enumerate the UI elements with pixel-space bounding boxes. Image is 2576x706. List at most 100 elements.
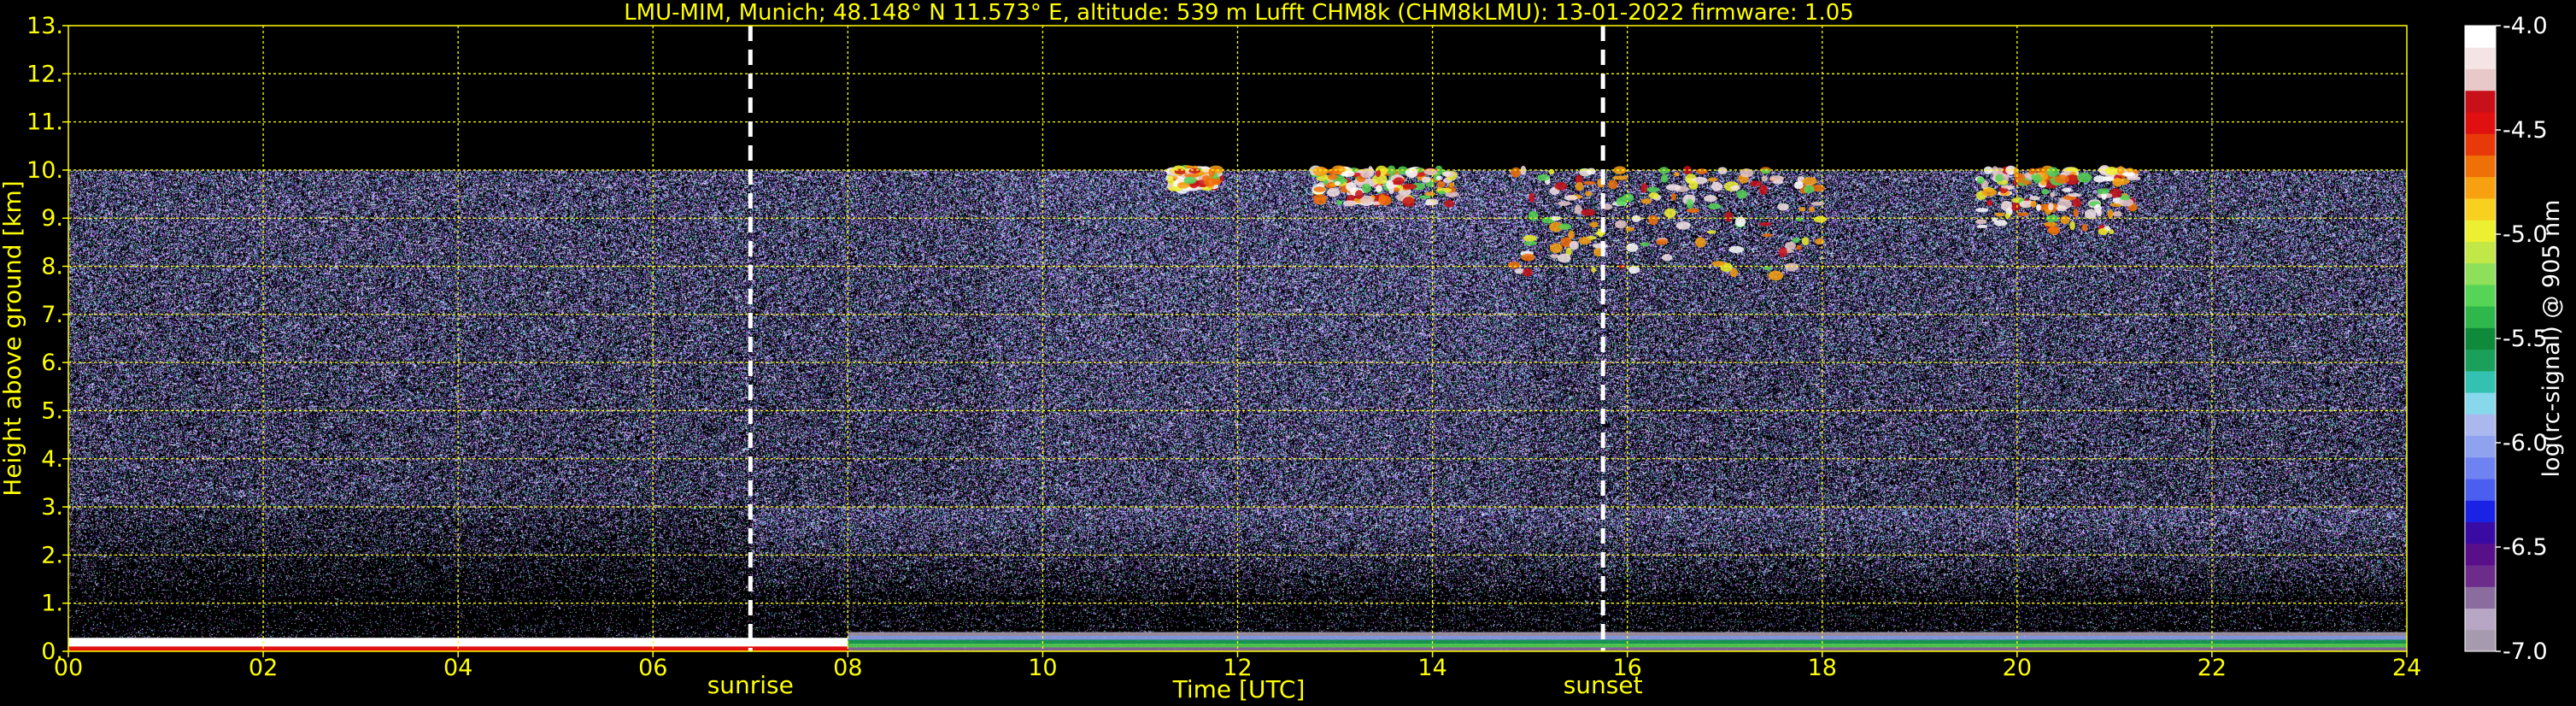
cloud-blob [2060,215,2070,225]
cloud-blob [1435,175,1442,180]
cloud-blob [2120,195,2130,201]
cloud-blob [1584,191,1593,197]
cloud-blob [1801,237,1810,246]
cloud-blob [1660,174,1669,183]
cloud-blob [1804,185,1815,194]
cloud-blob [1708,203,1722,210]
cloud-blob [1423,168,1438,176]
cloud-blob [1507,262,1521,269]
cloud-blob [1613,166,1627,174]
cloud-blob [1575,182,1584,191]
y-tick-label: 7. [41,302,63,328]
cloud-blob [1211,178,1222,185]
cloud-blob [1646,186,1660,192]
cloud-blob [1578,237,1591,245]
cloud-blob [2081,223,2088,232]
cloud-blob [1975,219,1987,225]
cloud-blob [1608,179,1618,190]
cloud-blob [2000,185,2016,189]
colorbar-segment [2465,608,2496,631]
y-tick-label: 3. [41,494,63,521]
y-tick-label: 0. [41,638,63,665]
colorbar-segment [2465,392,2496,415]
cloud-blob [1665,184,1681,191]
cloud-blob [2004,213,2011,219]
y-tick-label: 1. [41,591,63,617]
cloud-blob [2056,205,2068,212]
colorbar-segment [2465,629,2496,652]
cloud-blob [1813,215,1828,223]
cloud-blob [1558,201,1571,206]
x-tick-label: 18 [1808,655,1837,681]
colorbar-segment [2465,155,2496,178]
cloud-blob [1986,199,1993,207]
cloud-blob [1202,174,1212,182]
cloud-blob [1438,190,1446,195]
y-tick-label: 2. [41,542,63,568]
cloud-blob [1612,175,1628,180]
cloud-blob [1707,177,1718,182]
cloud-blob [1529,192,1535,203]
cloud-blob [1537,174,1550,181]
colorbar [2465,26,2496,652]
cloud-blob [1704,194,1717,203]
cloud-blob [1768,270,1784,281]
y-tick-label: 4. [41,446,63,473]
cloud-blob [1323,179,1329,185]
x-tick-label: 02 [249,655,278,681]
colorbar-segment [2465,349,2496,372]
x-tick-label: 04 [443,655,472,681]
cloud-blob [2096,209,2103,217]
cloud-blob [2084,209,2097,220]
cloud-blob [1424,191,1435,197]
colorbar-segment [2465,26,2496,48]
x-tick-label: 14 [1417,655,1446,681]
cloud-blob [1554,181,1568,191]
cloud-blob [1354,190,1364,200]
colorbar-tick-label: -7.0 [2503,638,2548,665]
cloud-blob [1736,190,1748,199]
cloud-blob [1402,197,1416,207]
cloud-blob [2107,209,2114,219]
colorbar-segment [2465,586,2496,609]
cloud-blob [1421,176,1431,183]
colorbar-segment [2465,47,2496,69]
cloud-blob [1523,235,1537,242]
cloud-blob [1975,208,1989,213]
cloud-blob [1313,186,1326,192]
cloud-blob [1994,212,2005,217]
cloud-blob [1615,220,1627,229]
cloud-blob [1188,168,1201,174]
cloud-blob [1591,267,1597,274]
cloud-blob [1661,254,1673,262]
cloud-blob [2043,221,2058,227]
cloud-blob [2069,221,2075,231]
colorbar-segment [2465,500,2496,523]
cloud-blob [1511,167,1522,178]
colorbar-segment [2465,90,2496,113]
cloud-blob [1730,185,1740,191]
cloud-blob [1793,181,1804,190]
cloud-blob [1675,221,1691,230]
cloud-blob [1763,266,1772,271]
ceilometer-chart: LMU-MIM, Munich; 48.148° N 11.573° E, al… [0,0,2565,703]
cloud-blob [2035,203,2042,211]
colorbar-tick-label: -4.5 [2503,117,2548,144]
cloud-blob [1569,240,1579,250]
cloud-blob [1688,180,1699,190]
colorbar-segment [2465,414,2496,437]
colorbar-segment [2465,565,2496,587]
x-tick-label: 22 [2198,655,2227,681]
cloud-blob [1656,238,1669,245]
chart-title: LMU-MIM, Munich; 48.148° N 11.573° E, al… [624,0,1854,26]
cloud-blob [1312,166,1328,177]
cloud-blob [2097,188,2110,195]
cloud-blob [1622,193,1634,203]
cloud-blob [2121,172,2136,177]
cloud-blob [1341,171,1355,177]
cloud-blob [1549,243,1563,254]
cloud-blob [1761,168,1770,174]
y-tick-label: 5. [41,397,63,424]
colorbar-segment [2465,543,2496,566]
y-axis-label: Height above ground [km] [0,180,26,497]
